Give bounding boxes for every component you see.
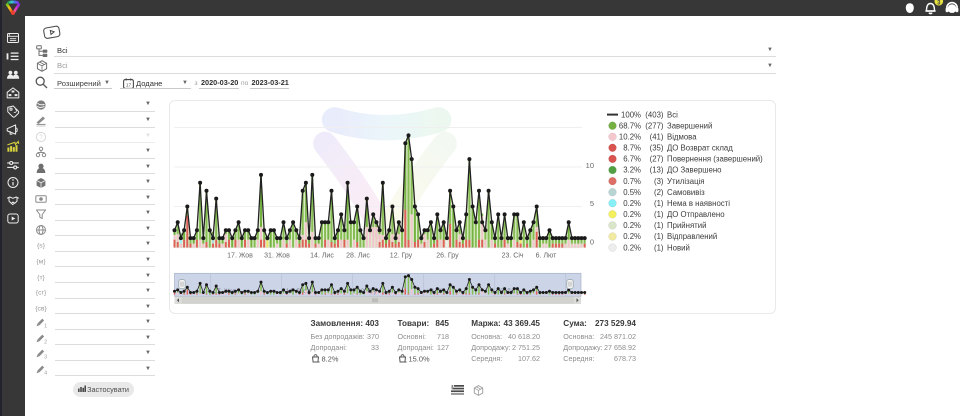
svg-text:14. Лис: 14. Лис <box>310 252 334 259</box>
svg-text:(35): (35) <box>650 143 664 152</box>
svg-text:(1): (1) <box>654 210 664 219</box>
svg-text:(403): (403) <box>645 110 664 119</box>
svg-text:(1): (1) <box>654 221 664 230</box>
svg-text:23. Січ: 23. Січ <box>502 251 524 259</box>
svg-text:31. Жов: 31. Жов <box>264 252 290 259</box>
svg-text:3: 3 <box>44 355 47 361</box>
svg-text:x: x <box>318 360 320 363</box>
svg-text:10: 10 <box>586 161 594 170</box>
svg-text:{св}: {св} <box>35 305 47 312</box>
svg-text:2: 2 <box>44 339 47 345</box>
svg-text:Відмова: Відмова <box>667 132 697 141</box>
svg-text:Відправлений: Відправлений <box>667 232 717 241</box>
svg-text:(1): (1) <box>654 198 664 207</box>
svg-text:Всі: Всі <box>667 110 678 119</box>
svg-text:Новий: Новий <box>667 243 690 252</box>
svg-text:0.2%: 0.2% <box>623 210 641 219</box>
svg-text:(1): (1) <box>654 243 664 252</box>
svg-text:ДО Возврат склад: ДО Возврат склад <box>667 143 733 152</box>
svg-text:ДО Отправлено: ДО Отправлено <box>667 210 725 219</box>
svg-text:6. Лют: 6. Лют <box>536 252 557 259</box>
svg-text:(1): (1) <box>654 232 664 241</box>
svg-text:Нема в наявності: Нема в наявності <box>667 198 730 207</box>
svg-text:(41): (41) <box>650 132 664 141</box>
svg-text:8.7%: 8.7% <box>623 143 641 152</box>
svg-text:(27): (27) <box>650 154 664 163</box>
svg-text:100%: 100% <box>621 110 641 119</box>
svg-text:3.2%: 3.2% <box>623 165 641 174</box>
svg-text:{s}: {s} <box>37 243 46 250</box>
svg-text:{сг}: {сг} <box>36 289 47 296</box>
svg-text:(2): (2) <box>654 187 664 196</box>
svg-text:Завершений: Завершений <box>667 121 712 130</box>
svg-text:0.2%: 0.2% <box>623 221 641 230</box>
svg-text:0.2%: 0.2% <box>623 232 641 241</box>
svg-text:26. Гру: 26. Гру <box>436 252 459 259</box>
svg-text:0: 0 <box>590 237 594 246</box>
svg-text:5: 5 <box>590 199 594 208</box>
svg-text:0.2%: 0.2% <box>623 243 641 252</box>
svg-text:(3): (3) <box>654 176 664 185</box>
svg-text:{м}: {м} <box>36 258 46 265</box>
svg-text:1: 1 <box>44 324 47 330</box>
svg-text:6.7%: 6.7% <box>623 154 641 163</box>
svg-text:ДО Завершено: ДО Завершено <box>667 165 722 174</box>
svg-text:{т}: {т} <box>37 274 45 281</box>
svg-text:(13): (13) <box>650 165 664 174</box>
svg-text:4: 4 <box>44 370 47 376</box>
svg-text:Утилізація: Утилізація <box>667 176 705 185</box>
svg-text:68.7%: 68.7% <box>619 121 641 130</box>
svg-text:Самовивіз: Самовивіз <box>667 187 705 196</box>
svg-text:(277): (277) <box>645 121 664 130</box>
svg-text:17. Жов: 17. Жов <box>227 252 253 259</box>
svg-text:x: x <box>405 360 407 363</box>
svg-text:0.2%: 0.2% <box>623 198 641 207</box>
svg-text:Прийнятий: Прийнятий <box>667 221 706 230</box>
svg-text:?: ? <box>39 135 43 141</box>
svg-text:28. Лис: 28. Лис <box>346 252 370 259</box>
svg-text:Повернення (завершений): Повернення (завершений) <box>667 154 763 163</box>
svg-text:0.7%: 0.7% <box>623 176 641 185</box>
svg-text:0.5%: 0.5% <box>623 187 641 196</box>
svg-text:12. Гру: 12. Гру <box>390 252 413 259</box>
svg-text:10.2%: 10.2% <box>619 132 641 141</box>
